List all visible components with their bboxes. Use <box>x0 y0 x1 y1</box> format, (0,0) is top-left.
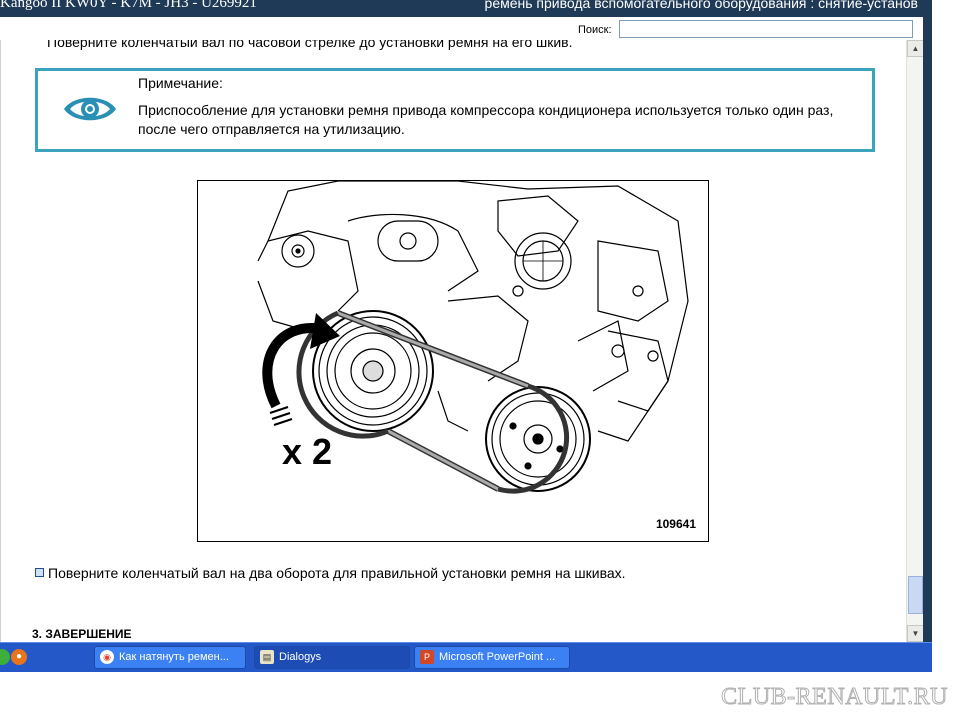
taskbar-item-label: Как натянуть ремен... <box>119 651 229 663</box>
scroll-up-button[interactable]: ▲ <box>907 40 924 57</box>
search-input[interactable] <box>619 20 913 38</box>
bullet-icon <box>35 568 44 577</box>
note-box: Примечание: Приспособление для установки… <box>35 68 875 152</box>
engine-illustration: x 2 109641 <box>197 180 709 542</box>
window-right-edge <box>923 0 932 642</box>
taskbar-item-dialogys[interactable]: ▤ Dialogys <box>254 646 410 669</box>
taskbar-item-label: Microsoft PowerPoint ... <box>439 651 556 663</box>
note-text: Приспособление для установки ремня приво… <box>138 102 834 137</box>
rotation-count-label: x 2 <box>282 431 333 472</box>
taskbar-item-chrome[interactable]: ◉ Как натянуть ремен... <box>94 646 246 669</box>
instruction-step-text: Поверните коленчатый вал на два оборота … <box>48 565 626 581</box>
scroll-down-button[interactable]: ▼ <box>907 625 924 642</box>
instruction-step: Поверните коленчатый вал на два оборота … <box>35 565 626 581</box>
document-title: ремень привода вспомогательного оборудов… <box>484 0 918 11</box>
taskbar: ● ◉ Как натянуть ремен... ▤ Dialogys P M… <box>0 642 932 672</box>
window-titlebar: Kangoo II KW0Y - K7M - JH3 - U269921 рем… <box>0 0 932 17</box>
taskbar-item-label: Dialogys <box>279 651 322 663</box>
watermark: CLUB-RENAULT.RU <box>721 684 948 711</box>
firefox-icon[interactable]: ● <box>11 649 27 665</box>
window-title: Kangoo II KW0Y - K7M - JH3 - U269921 <box>0 0 257 11</box>
rotation-arrow <box>262 313 340 426</box>
figure-number: 109641 <box>655 517 696 531</box>
section-heading: 3. ЗАВЕРШЕНИЕ <box>32 627 132 641</box>
cutoff-text-line: Поверните коленчатый вал по часовой стре… <box>47 40 573 50</box>
start-icon[interactable] <box>0 649 10 665</box>
vertical-scrollbar[interactable]: ▲ ▼ <box>906 40 924 642</box>
note-title: Примечание: <box>138 75 223 91</box>
search-label: Поиск: <box>578 24 612 36</box>
engine-drawing <box>257 181 689 494</box>
dialogys-icon: ▤ <box>260 650 274 664</box>
scroll-thumb[interactable] <box>908 576 923 614</box>
chrome-icon: ◉ <box>100 650 114 664</box>
document-content: Поверните коленчатый вал по часовой стре… <box>0 40 907 642</box>
powerpoint-icon: P <box>420 650 434 664</box>
eye-icon <box>64 97 116 121</box>
taskbar-item-powerpoint[interactable]: P Microsoft PowerPoint ... <box>414 646 570 669</box>
screen: Kangoo II KW0Y - K7M - JH3 - U269921 рем… <box>0 0 960 720</box>
